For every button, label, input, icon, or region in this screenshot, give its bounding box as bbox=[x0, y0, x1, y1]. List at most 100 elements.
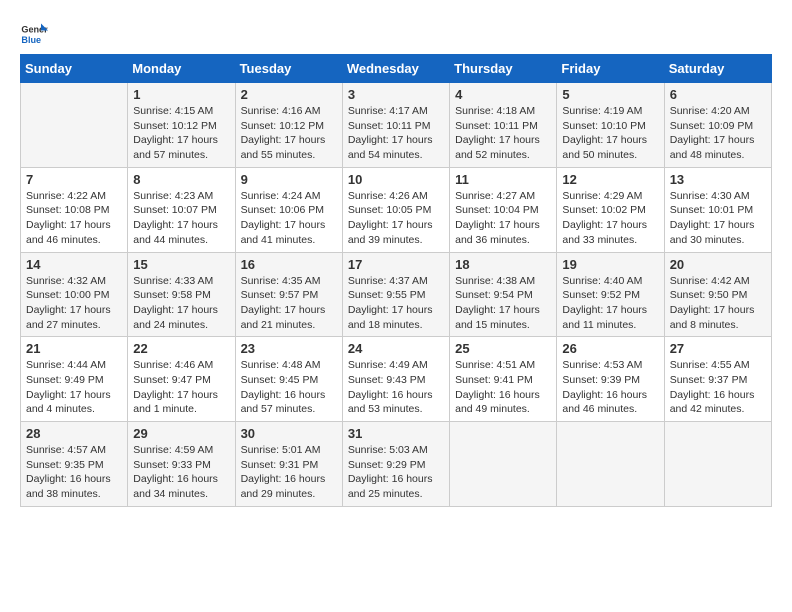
day-number: 21 bbox=[26, 341, 122, 356]
calendar-cell: 22 Sunrise: 4:46 AMSunset: 9:47 PMDayligh… bbox=[128, 337, 235, 422]
calendar-cell: 23 Sunrise: 4:48 AMSunset: 9:45 PMDayligh… bbox=[235, 337, 342, 422]
day-number: 4 bbox=[455, 87, 551, 102]
day-number: 12 bbox=[562, 172, 658, 187]
calendar-cell: 31 Sunrise: 5:03 AMSunset: 9:29 PMDayligh… bbox=[342, 422, 449, 507]
calendar-cell: 6Sunrise: 4:20 AMSunset: 10:09 PMDayligh… bbox=[664, 83, 771, 168]
day-number: 1 bbox=[133, 87, 229, 102]
day-info: Sunrise: 4:17 AMSunset: 10:11 PMDaylight… bbox=[348, 104, 444, 163]
day-info: Sunrise: 4:24 AMSunset: 10:06 PMDaylight… bbox=[241, 189, 337, 248]
calendar-cell bbox=[21, 83, 128, 168]
day-info: Sunrise: 4:42 AMSunset: 9:50 PMDaylight:… bbox=[670, 274, 766, 333]
calendar-week-row: 14 Sunrise: 4:32 AMSunset: 10:00 PMDaylig… bbox=[21, 252, 772, 337]
calendar-cell bbox=[450, 422, 557, 507]
day-number: 20 bbox=[670, 257, 766, 272]
header-sunday: Sunday bbox=[21, 55, 128, 83]
day-info: Sunrise: 4:27 AMSunset: 10:04 PMDaylight… bbox=[455, 189, 551, 248]
day-info: Sunrise: 4:40 AMSunset: 9:52 PMDaylight:… bbox=[562, 274, 658, 333]
day-number: 6 bbox=[670, 87, 766, 102]
day-number: 19 bbox=[562, 257, 658, 272]
calendar-cell: 26Sunrise: 4:53 AMSunset: 9:39 PMDayligh… bbox=[557, 337, 664, 422]
day-number: 24 bbox=[348, 341, 444, 356]
day-info: Sunrise: 4:18 AMSunset: 10:11 PMDaylight… bbox=[455, 104, 551, 163]
calendar-cell: 11 Sunrise: 4:27 AMSunset: 10:04 PMDaylig… bbox=[450, 167, 557, 252]
calendar-cell: 13 Sunrise: 4:30 AMSunset: 10:01 PMDaylig… bbox=[664, 167, 771, 252]
calendar-cell: 12Sunrise: 4:29 AMSunset: 10:02 PMDaylig… bbox=[557, 167, 664, 252]
day-info: Sunrise: 4:44 AMSunset: 9:49 PMDaylight:… bbox=[26, 358, 122, 417]
header-wednesday: Wednesday bbox=[342, 55, 449, 83]
day-info: Sunrise: 5:01 AMSunset: 9:31 PMDaylight:… bbox=[241, 443, 337, 502]
calendar-week-row: 1 Sunrise: 4:15 AMSunset: 10:12 PMDayligh… bbox=[21, 83, 772, 168]
day-info: Sunrise: 4:38 AMSunset: 9:54 PMDaylight:… bbox=[455, 274, 551, 333]
day-number: 7 bbox=[26, 172, 122, 187]
header-thursday: Thursday bbox=[450, 55, 557, 83]
day-info: Sunrise: 4:55 AMSunset: 9:37 PMDaylight:… bbox=[670, 358, 766, 417]
calendar-header-row: Sunday Monday Tuesday Wednesday Thursday… bbox=[21, 55, 772, 83]
calendar-cell: 15 Sunrise: 4:33 AMSunset: 9:58 PMDayligh… bbox=[128, 252, 235, 337]
calendar-cell: 19 Sunrise: 4:40 AMSunset: 9:52 PMDayligh… bbox=[557, 252, 664, 337]
day-info: Sunrise: 4:26 AMSunset: 10:05 PMDaylight… bbox=[348, 189, 444, 248]
calendar-table: Sunday Monday Tuesday Wednesday Thursday… bbox=[20, 54, 772, 507]
calendar-cell bbox=[557, 422, 664, 507]
calendar-cell: 20 Sunrise: 4:42 AMSunset: 9:50 PMDayligh… bbox=[664, 252, 771, 337]
day-info: Sunrise: 4:51 AMSunset: 9:41 PMDaylight:… bbox=[455, 358, 551, 417]
calendar-week-row: 21 Sunrise: 4:44 AMSunset: 9:49 PMDayligh… bbox=[21, 337, 772, 422]
calendar-cell: 4 Sunrise: 4:18 AMSunset: 10:11 PMDayligh… bbox=[450, 83, 557, 168]
day-number: 5 bbox=[562, 87, 658, 102]
calendar-cell bbox=[664, 422, 771, 507]
day-number: 8 bbox=[133, 172, 229, 187]
day-number: 9 bbox=[241, 172, 337, 187]
calendar-cell: 17Sunrise: 4:37 AMSunset: 9:55 PMDayligh… bbox=[342, 252, 449, 337]
header-friday: Friday bbox=[557, 55, 664, 83]
day-number: 17 bbox=[348, 257, 444, 272]
day-info: Sunrise: 4:23 AMSunset: 10:07 PMDaylight… bbox=[133, 189, 229, 248]
day-number: 27 bbox=[670, 341, 766, 356]
day-info: Sunrise: 4:33 AMSunset: 9:58 PMDaylight:… bbox=[133, 274, 229, 333]
day-info: Sunrise: 4:19 AMSunset: 10:10 PMDaylight… bbox=[562, 104, 658, 163]
day-number: 29 bbox=[133, 426, 229, 441]
day-info: Sunrise: 4:30 AMSunset: 10:01 PMDaylight… bbox=[670, 189, 766, 248]
day-number: 11 bbox=[455, 172, 551, 187]
day-number: 31 bbox=[348, 426, 444, 441]
calendar-cell: 30Sunrise: 5:01 AMSunset: 9:31 PMDayligh… bbox=[235, 422, 342, 507]
day-number: 16 bbox=[241, 257, 337, 272]
day-number: 15 bbox=[133, 257, 229, 272]
day-number: 23 bbox=[241, 341, 337, 356]
calendar-cell: 3 Sunrise: 4:17 AMSunset: 10:11 PMDayligh… bbox=[342, 83, 449, 168]
calendar-cell: 8 Sunrise: 4:23 AMSunset: 10:07 PMDayligh… bbox=[128, 167, 235, 252]
calendar-cell: 10 Sunrise: 4:26 AMSunset: 10:05 PMDaylig… bbox=[342, 167, 449, 252]
calendar-cell: 9 Sunrise: 4:24 AMSunset: 10:06 PMDayligh… bbox=[235, 167, 342, 252]
day-info: Sunrise: 4:32 AMSunset: 10:00 PMDaylight… bbox=[26, 274, 122, 333]
logo: General Blue bbox=[20, 20, 48, 48]
day-info: Sunrise: 4:22 AMSunset: 10:08 PMDaylight… bbox=[26, 189, 122, 248]
calendar-cell: 24 Sunrise: 4:49 AMSunset: 9:43 PMDayligh… bbox=[342, 337, 449, 422]
day-number: 13 bbox=[670, 172, 766, 187]
calendar-cell: 2 Sunrise: 4:16 AMSunset: 10:12 PMDayligh… bbox=[235, 83, 342, 168]
day-number: 2 bbox=[241, 87, 337, 102]
calendar-cell: 7 Sunrise: 4:22 AMSunset: 10:08 PMDayligh… bbox=[21, 167, 128, 252]
header-tuesday: Tuesday bbox=[235, 55, 342, 83]
day-info: Sunrise: 5:03 AMSunset: 9:29 PMDaylight:… bbox=[348, 443, 444, 502]
day-number: 22 bbox=[133, 341, 229, 356]
calendar-cell: 28 Sunrise: 4:57 AMSunset: 9:35 PMDayligh… bbox=[21, 422, 128, 507]
calendar-week-row: 28 Sunrise: 4:57 AMSunset: 9:35 PMDayligh… bbox=[21, 422, 772, 507]
day-number: 10 bbox=[348, 172, 444, 187]
calendar-cell: 14 Sunrise: 4:32 AMSunset: 10:00 PMDaylig… bbox=[21, 252, 128, 337]
calendar-cell: 1 Sunrise: 4:15 AMSunset: 10:12 PMDayligh… bbox=[128, 83, 235, 168]
day-info: Sunrise: 4:49 AMSunset: 9:43 PMDaylight:… bbox=[348, 358, 444, 417]
calendar-cell: 16 Sunrise: 4:35 AMSunset: 9:57 PMDayligh… bbox=[235, 252, 342, 337]
day-number: 14 bbox=[26, 257, 122, 272]
day-info: Sunrise: 4:35 AMSunset: 9:57 PMDaylight:… bbox=[241, 274, 337, 333]
day-info: Sunrise: 4:57 AMSunset: 9:35 PMDaylight:… bbox=[26, 443, 122, 502]
calendar-week-row: 7 Sunrise: 4:22 AMSunset: 10:08 PMDayligh… bbox=[21, 167, 772, 252]
day-number: 26 bbox=[562, 341, 658, 356]
day-info: Sunrise: 4:15 AMSunset: 10:12 PMDaylight… bbox=[133, 104, 229, 163]
header-saturday: Saturday bbox=[664, 55, 771, 83]
day-info: Sunrise: 4:16 AMSunset: 10:12 PMDaylight… bbox=[241, 104, 337, 163]
day-info: Sunrise: 4:46 AMSunset: 9:47 PMDaylight:… bbox=[133, 358, 229, 417]
calendar-cell: 21 Sunrise: 4:44 AMSunset: 9:49 PMDayligh… bbox=[21, 337, 128, 422]
day-info: Sunrise: 4:48 AMSunset: 9:45 PMDaylight:… bbox=[241, 358, 337, 417]
day-number: 3 bbox=[348, 87, 444, 102]
day-info: Sunrise: 4:59 AMSunset: 9:33 PMDaylight:… bbox=[133, 443, 229, 502]
calendar-cell: 29 Sunrise: 4:59 AMSunset: 9:33 PMDayligh… bbox=[128, 422, 235, 507]
day-number: 28 bbox=[26, 426, 122, 441]
